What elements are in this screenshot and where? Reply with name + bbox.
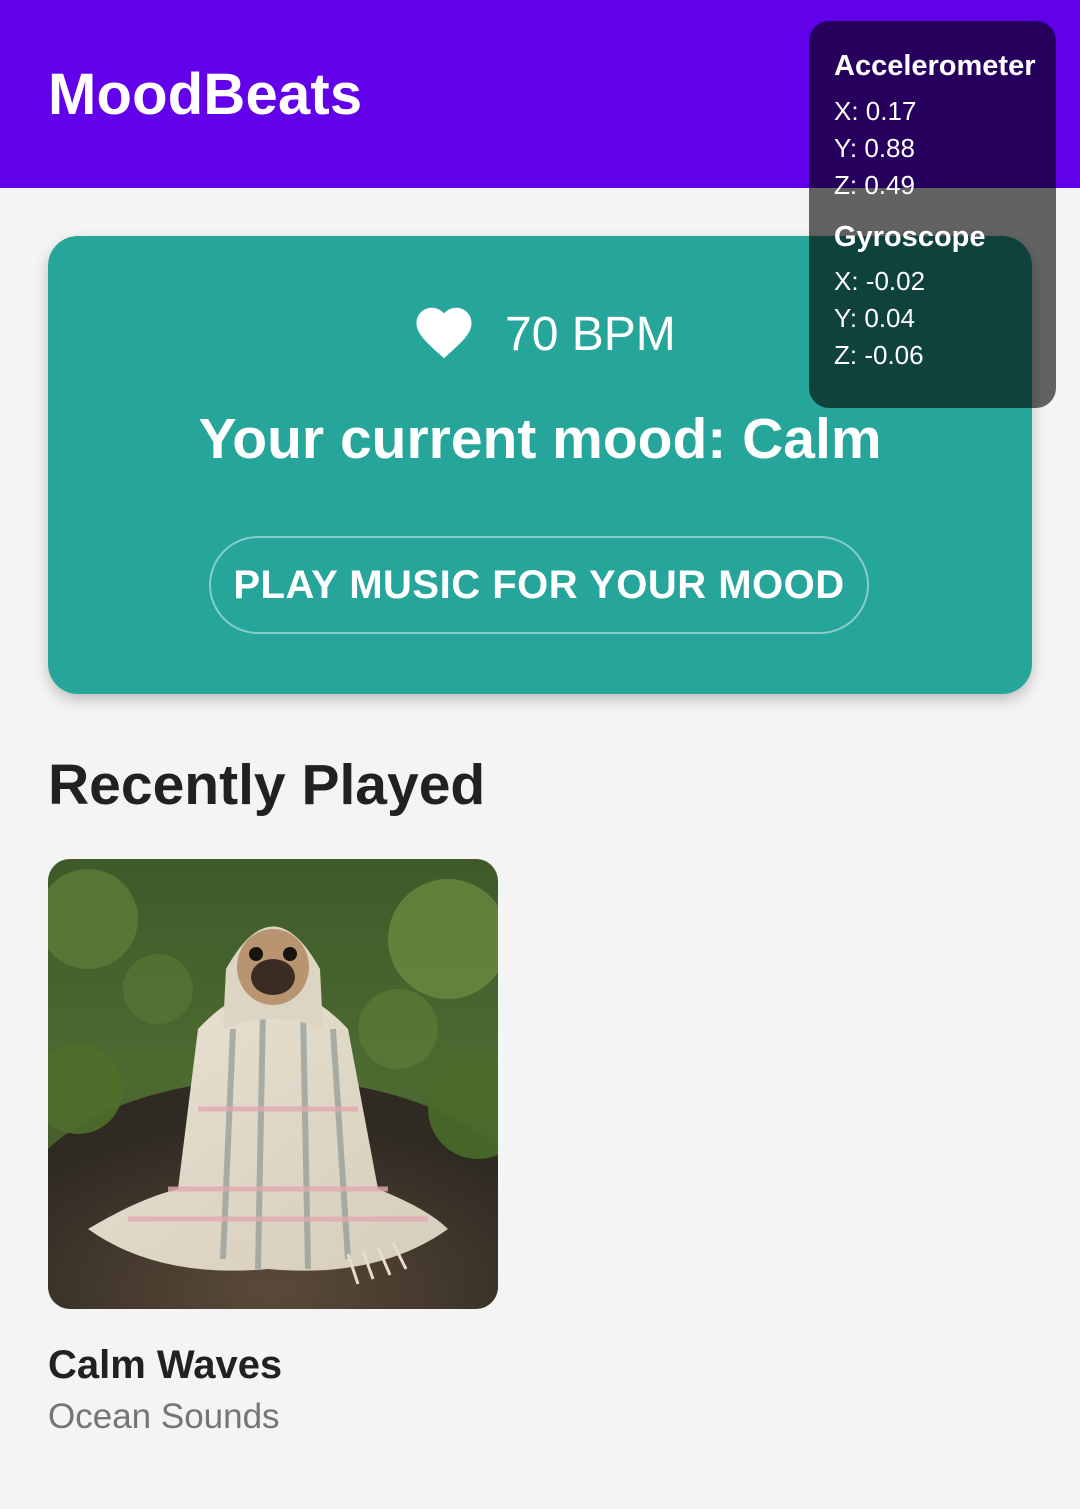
heart-rate-value: 70 BPM xyxy=(505,308,676,361)
track-artwork xyxy=(48,859,498,1309)
gyroscope-z: Z: -0.06 xyxy=(834,340,924,370)
accelerometer-y: Y: 0.88 xyxy=(834,133,915,163)
accelerometer-z: Z: 0.49 xyxy=(834,170,915,200)
accelerometer-title: Accelerometer xyxy=(834,50,1036,82)
current-mood-label: Your current mood: Calm xyxy=(198,407,882,471)
pug-in-blanket-photo xyxy=(48,859,498,1309)
app-title: MoodBeats xyxy=(48,62,363,127)
accelerometer-x: X: 0.17 xyxy=(834,96,917,126)
gyroscope-title: Gyroscope xyxy=(834,221,986,253)
gyroscope-y: Y: 0.04 xyxy=(834,303,915,333)
app-root: MoodBeats 70 BPM Your current mood: Calm… xyxy=(0,0,1080,1509)
track-title: Calm Waves xyxy=(48,1343,283,1387)
heart-icon xyxy=(416,307,472,359)
recently-played-title: Recently Played xyxy=(48,753,486,817)
gyroscope-x: X: -0.02 xyxy=(834,266,926,296)
recent-track-card[interactable]: Calm Waves Ocean Sounds xyxy=(48,859,498,1459)
track-artist: Ocean Sounds xyxy=(48,1397,280,1436)
play-music-button[interactable]: PLAY MUSIC FOR YOUR MOOD xyxy=(209,536,869,634)
